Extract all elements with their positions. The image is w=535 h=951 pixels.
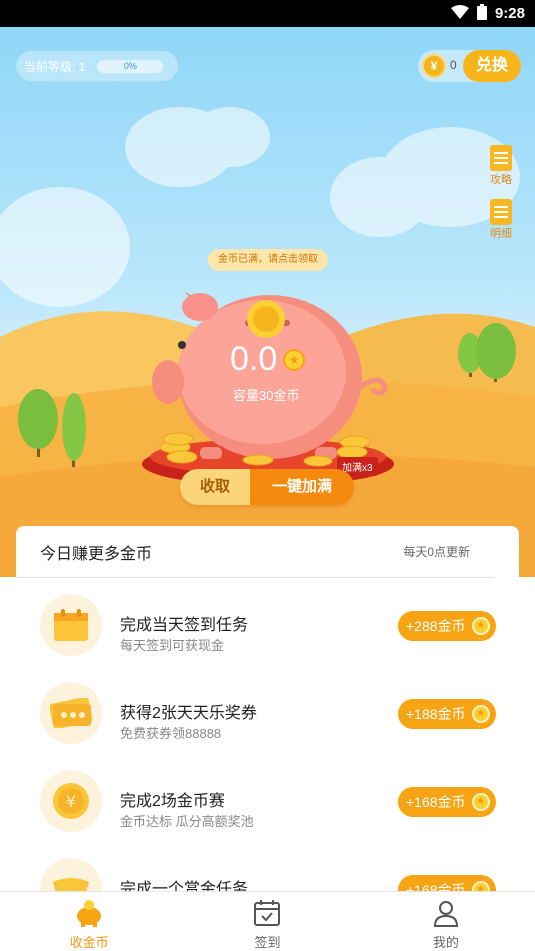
tasks-card-header: 今日赚更多金币 每天0点更新 bbox=[16, 526, 494, 578]
piggy-action-buttons: 收取 一键加满 bbox=[180, 469, 354, 505]
calendar-check-icon bbox=[254, 900, 281, 926]
guide-button[interactable]: 攻略 bbox=[486, 145, 516, 187]
star-coin-icon: ★ bbox=[283, 348, 306, 371]
level-label: 当前等级: 1 bbox=[24, 59, 86, 74]
coin-balance: ¥ 0 兑换 bbox=[418, 50, 521, 82]
exchange-button[interactable]: 兑换 bbox=[463, 50, 521, 82]
tab-check-in[interactable]: 签到 bbox=[178, 892, 356, 951]
level-indicator: 当前等级: 1 0% bbox=[16, 51, 178, 81]
ticket-icon bbox=[40, 682, 102, 744]
details-button[interactable]: 明细 bbox=[486, 199, 516, 241]
level-progress-bar: 0% bbox=[97, 59, 164, 73]
star-coin-icon: ★ bbox=[471, 793, 490, 811]
tasks-card-note: 每天0点更新 bbox=[403, 545, 470, 559]
task-reward-button[interactable]: +188金币 ★ bbox=[398, 699, 496, 729]
star-coin-icon: ★ bbox=[471, 617, 490, 635]
status-time: 9:28 bbox=[494, 5, 525, 22]
fill-up-button[interactable]: 一键加满 bbox=[250, 469, 354, 505]
tab-label: 收金币 bbox=[69, 935, 109, 950]
task-title: 完成一个赏金任务 bbox=[120, 881, 249, 891]
tasks-card-title: 今日赚更多金币 bbox=[40, 545, 153, 563]
battery-icon bbox=[476, 3, 487, 24]
task-reward-button[interactable]: +288金币 ★ bbox=[398, 611, 496, 641]
yuan-coin-icon: ¥ bbox=[40, 770, 102, 832]
task-title: 完成2场金币赛 bbox=[120, 793, 225, 810]
task-item: 完成当天签到任务 每天签到可获现金 +288金币 ★ bbox=[16, 581, 519, 669]
guide-icon bbox=[490, 145, 512, 171]
calendar-icon bbox=[40, 594, 102, 656]
task-reward-label: +288金币 bbox=[406, 618, 466, 634]
task-item: 获得2张天天乐奖券 免费获券领88888 +188金币 ★ bbox=[16, 669, 519, 757]
collect-button[interactable]: 收取 bbox=[180, 469, 250, 505]
star-coin-icon: ★ bbox=[471, 705, 490, 723]
wifi-icon bbox=[450, 4, 469, 23]
bowl-icon bbox=[40, 858, 102, 891]
task-subtitle: 免费获券领88888 bbox=[120, 726, 222, 741]
task-reward-label: +188金币 bbox=[406, 706, 466, 722]
task-reward-button[interactable]: +168金币 ★ bbox=[398, 787, 496, 817]
user-icon bbox=[433, 901, 458, 927]
tab-label: 我的 bbox=[432, 935, 459, 950]
piggy-value: 0.0 ★ bbox=[230, 340, 306, 379]
task-subtitle: 金币达标 瓜分高额奖池 bbox=[120, 814, 254, 829]
star-coin-icon: ★ bbox=[471, 881, 490, 891]
svg-text:¥: ¥ bbox=[66, 792, 76, 811]
task-subtitle: 每天签到可获现金 bbox=[120, 638, 225, 653]
coin-count: 0 bbox=[450, 58, 457, 72]
piggy-bank-icon bbox=[77, 900, 102, 927]
tab-collect-coins[interactable]: 收金币 bbox=[0, 892, 178, 951]
piggy-scene: 当前等级: 1 0% ¥ 0 兑换 攻略 明细 金币已满，请点击领取 0.0 ★… bbox=[0, 27, 535, 577]
task-item: ¥ 完成2场金币赛 金币达标 瓜分高额奖池 +168金币 ★ bbox=[16, 757, 519, 845]
tab-label: 签到 bbox=[254, 935, 281, 950]
bottom-tab-bar: 收金币 签到 我的 bbox=[0, 891, 535, 951]
tasks-card: 今日赚更多金币 每天0点更新 完成当天签到任务 每天签到可获现金 +288金币 … bbox=[16, 526, 519, 891]
guide-label: 攻略 bbox=[490, 174, 512, 186]
task-reward-label: +168金币 bbox=[406, 794, 466, 810]
task-reward-label: +168金币 bbox=[406, 882, 466, 891]
piggy-capacity: 容量30金币 bbox=[233, 388, 300, 403]
task-item: 完成一个赏金任务 +168金币 ★ bbox=[16, 845, 519, 891]
status-bar: 9:28 bbox=[0, 0, 535, 27]
task-title: 完成当天签到任务 bbox=[120, 617, 249, 634]
full-tip-bubble: 金币已满，请点击领取 bbox=[208, 249, 328, 271]
piggy-value-text: 0.0 bbox=[230, 340, 278, 378]
coin-icon: ¥ bbox=[422, 54, 446, 78]
tab-mine[interactable]: 我的 bbox=[357, 892, 535, 951]
task-title: 获得2张天天乐奖券 bbox=[120, 705, 257, 722]
details-label: 明细 bbox=[490, 228, 512, 240]
details-icon bbox=[490, 199, 512, 225]
task-reward-button[interactable]: +168金币 ★ bbox=[398, 875, 496, 891]
